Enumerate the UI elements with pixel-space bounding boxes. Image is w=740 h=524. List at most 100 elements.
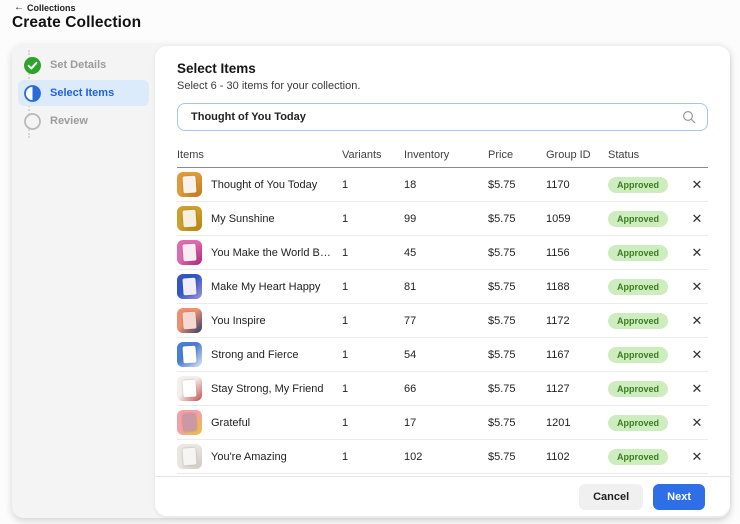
remove-item-button[interactable]: ✕	[686, 414, 708, 431]
item-price: $5.75	[488, 349, 546, 361]
item-group-id: 1201	[546, 417, 608, 429]
thumbnail-card-art	[182, 414, 196, 432]
stepper-step-review[interactable]: Review	[18, 108, 149, 134]
column-header-group-id: Group ID	[546, 149, 608, 161]
item-name: You're Amazing	[211, 451, 293, 463]
thumbnail-card-art	[182, 312, 196, 330]
create-collection-card: Set Details Select Items Review Select I…	[12, 44, 730, 518]
select-items-panel: Select Items Select 6 - 30 items for you…	[155, 46, 730, 516]
item-thumbnail	[177, 376, 202, 401]
item-name: Strong and Fierce	[211, 349, 304, 361]
item-group-id: 1172	[546, 315, 608, 327]
item-group-id: 1102	[546, 451, 608, 463]
breadcrumb-label: Collections	[27, 3, 76, 13]
item-inventory: 81	[404, 281, 488, 293]
step-label: Set Details	[50, 59, 106, 71]
item-variants: 1	[342, 349, 404, 361]
item-variants: 1	[342, 179, 404, 191]
item-thumbnail	[177, 274, 202, 299]
remove-item-button[interactable]: ✕	[686, 380, 708, 397]
remove-item-button[interactable]: ✕	[686, 346, 708, 363]
panel-footer: Cancel Next	[155, 476, 730, 516]
item-thumbnail	[177, 342, 202, 367]
remove-item-button[interactable]: ✕	[686, 176, 708, 193]
item-price: $5.75	[488, 451, 546, 463]
item-price: $5.75	[488, 281, 546, 293]
item-thumbnail	[177, 444, 202, 469]
search-input[interactable]	[177, 103, 708, 131]
item-variants: 1	[342, 417, 404, 429]
item-inventory: 102	[404, 451, 488, 463]
item-price: $5.75	[488, 315, 546, 327]
item-thumbnail	[177, 172, 202, 197]
status-badge: Approved	[608, 415, 668, 431]
thumbnail-card-art	[182, 210, 196, 228]
panel-subheading: Select 6 - 30 items for your collection.	[177, 80, 708, 92]
table-row: My Sunshine 1 99 $5.75 1059 Approved ✕	[177, 202, 708, 236]
item-inventory: 17	[404, 417, 488, 429]
remove-item-button[interactable]: ✕	[686, 244, 708, 261]
item-variants: 1	[342, 213, 404, 225]
table-row: Stay Strong, My Friend 1 66 $5.75 1127 A…	[177, 372, 708, 406]
status-badge: Approved	[608, 381, 668, 397]
remove-item-button[interactable]: ✕	[686, 312, 708, 329]
column-header-items: Items	[177, 149, 342, 161]
item-variants: 1	[342, 315, 404, 327]
item-group-id: 1127	[546, 383, 608, 395]
item-inventory: 18	[404, 179, 488, 191]
status-badge: Approved	[608, 449, 668, 465]
item-variants: 1	[342, 281, 404, 293]
thumbnail-card-art	[182, 176, 196, 194]
panel-heading: Select Items	[177, 61, 708, 76]
item-inventory: 77	[404, 315, 488, 327]
half-circle-icon	[24, 85, 41, 102]
stepper-step-set-details[interactable]: Set Details	[18, 52, 149, 78]
item-inventory: 66	[404, 383, 488, 395]
empty-circle-icon	[24, 113, 41, 130]
table-row: Grateful 1 17 $5.75 1201 Approved ✕	[177, 406, 708, 440]
breadcrumb[interactable]: ← Collections	[14, 3, 76, 13]
next-button[interactable]: Next	[653, 484, 705, 510]
item-thumbnail	[177, 410, 202, 435]
column-header-variants: Variants	[342, 149, 404, 161]
table-row: You're Amazing 1 102 $5.75 1102 Approved…	[177, 440, 708, 474]
status-badge: Approved	[608, 347, 668, 363]
item-price: $5.75	[488, 213, 546, 225]
page-title: Create Collection	[12, 14, 141, 32]
thumbnail-card-art	[182, 380, 196, 398]
thumbnail-card-art	[182, 244, 196, 262]
item-thumbnail	[177, 308, 202, 333]
column-header-status: Status	[608, 149, 686, 161]
back-arrow-icon: ←	[14, 3, 24, 13]
table-row: Strong and Fierce 1 54 $5.75 1167 Approv…	[177, 338, 708, 372]
check-circle-icon	[24, 57, 41, 74]
item-name: Stay Strong, My Friend	[211, 383, 330, 395]
table-row: Make My Heart Happy 1 81 $5.75 1188 Appr…	[177, 270, 708, 304]
item-group-id: 1170	[546, 179, 608, 191]
remove-item-button[interactable]: ✕	[686, 448, 708, 465]
item-price: $5.75	[488, 383, 546, 395]
item-variants: 1	[342, 383, 404, 395]
thumbnail-card-art	[182, 278, 196, 296]
status-badge: Approved	[608, 211, 668, 227]
item-group-id: 1167	[546, 349, 608, 361]
item-inventory: 54	[404, 349, 488, 361]
item-variants: 1	[342, 247, 404, 259]
item-name: You Make the World Bea...	[211, 247, 342, 259]
step-label: Select Items	[50, 87, 114, 99]
table-rows: Thought of You Today 1 18 $5.75 1170 App…	[177, 168, 708, 476]
cancel-button[interactable]: Cancel	[579, 484, 643, 510]
column-header-price: Price	[488, 149, 546, 161]
status-badge: Approved	[608, 245, 668, 261]
stepper-sidebar: Set Details Select Items Review	[12, 44, 155, 518]
status-badge: Approved	[608, 177, 668, 193]
remove-item-button[interactable]: ✕	[686, 278, 708, 295]
item-name: You Inspire	[211, 315, 272, 327]
stepper-step-select-items[interactable]: Select Items	[18, 80, 149, 106]
table-row: You Make the World Bea... 1 45 $5.75 115…	[177, 236, 708, 270]
item-inventory: 99	[404, 213, 488, 225]
item-price: $5.75	[488, 417, 546, 429]
item-name: Grateful	[211, 417, 256, 429]
thumbnail-card-art	[182, 448, 196, 466]
remove-item-button[interactable]: ✕	[686, 210, 708, 227]
